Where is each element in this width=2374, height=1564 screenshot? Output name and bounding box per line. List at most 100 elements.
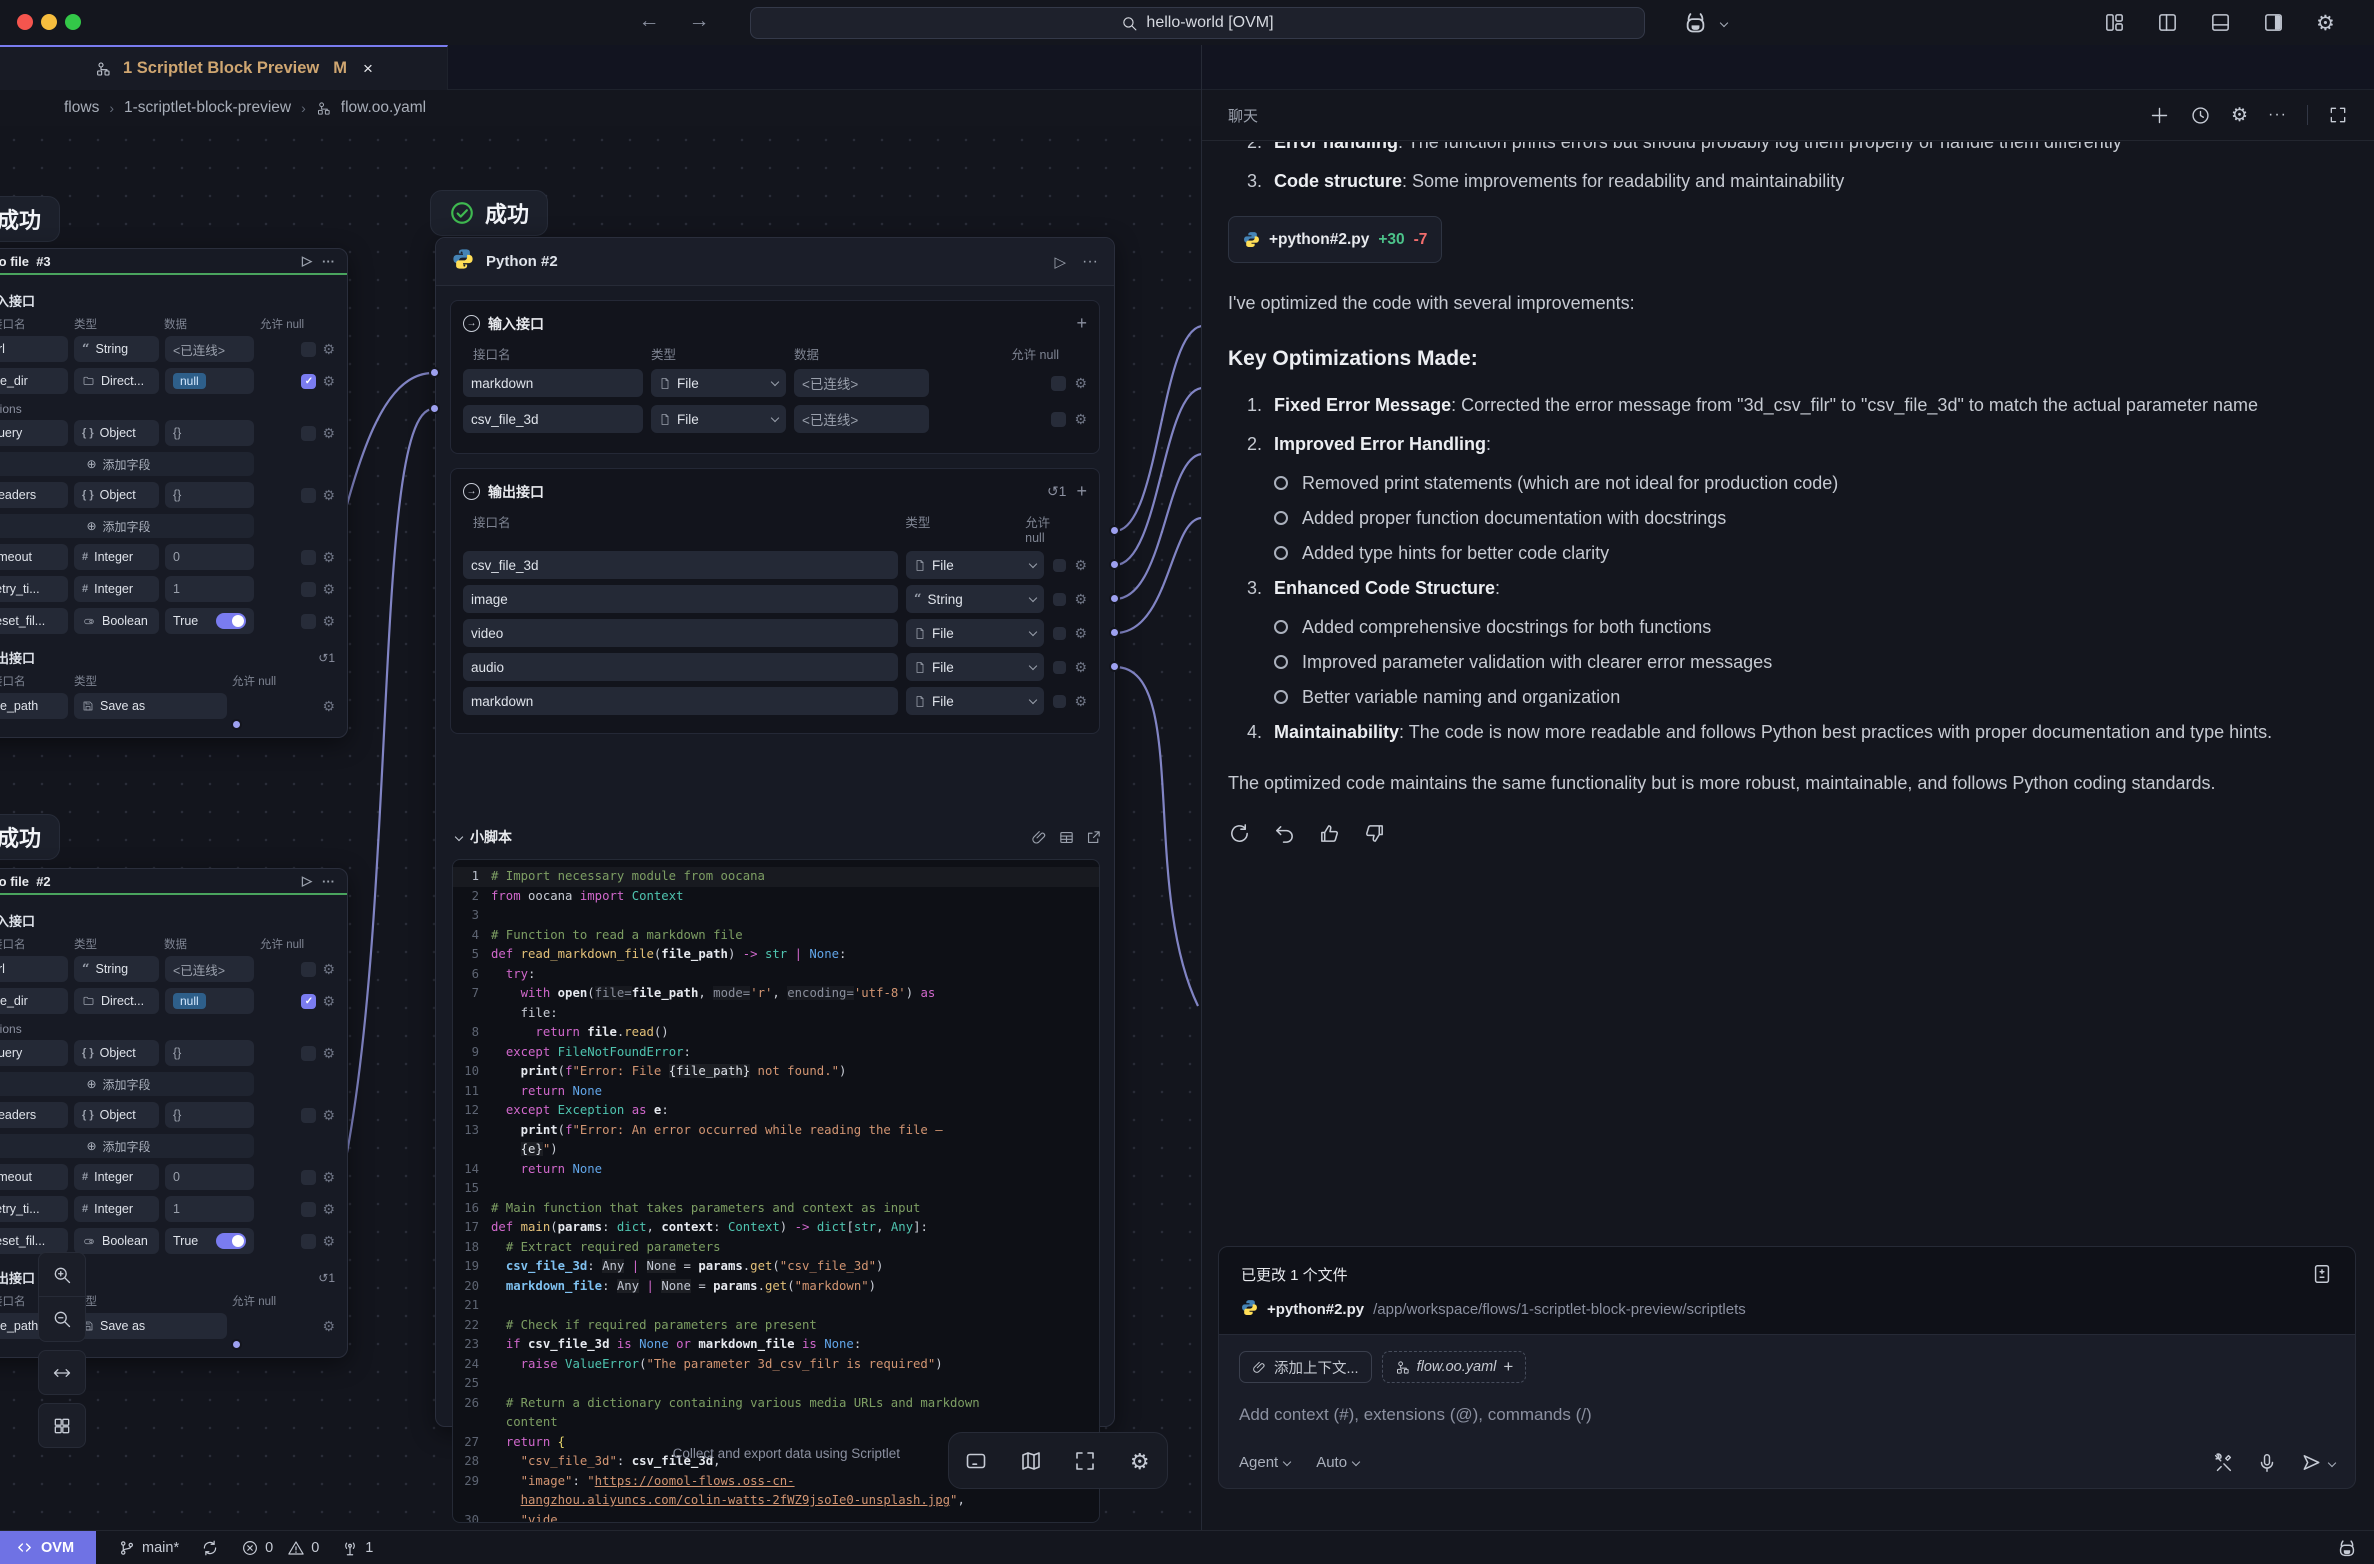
code-line[interactable]: 6 try: [453, 965, 1099, 985]
add-field-button[interactable]: ⊕ 添加字段 [0, 1134, 254, 1158]
breadcrumb-item[interactable]: flow.oo.yaml [341, 99, 426, 117]
interface-name-field[interactable]: url [0, 956, 68, 982]
regenerate-icon[interactable] [1228, 822, 1251, 845]
git-branch-indicator[interactable]: main* [118, 1539, 179, 1557]
python-node[interactable]: Python #2 ▷ ··· →输入接口 + 接口名类型数据允许 null m… [435, 237, 1115, 1427]
interface-name-field[interactable]: markdown [463, 369, 643, 397]
minimap-icon[interactable] [1019, 1449, 1043, 1473]
row-settings-gear-icon[interactable]: ⚙ [322, 550, 335, 564]
type-dropdown[interactable]: #Integer [74, 576, 159, 602]
data-field[interactable]: <已连线> [165, 336, 254, 362]
node-more-icon[interactable]: ··· [1082, 253, 1098, 271]
type-dropdown[interactable]: “String [74, 336, 159, 362]
save-as-field[interactable]: Save as [74, 1313, 227, 1339]
interface-name-field[interactable]: file_path [0, 693, 68, 719]
interface-name-field[interactable]: file_dir [0, 368, 68, 394]
toggle-on[interactable] [216, 613, 246, 629]
node-header[interactable]: L to file #2 ▷ ··· [0, 869, 347, 895]
chat-settings-gear-icon[interactable]: ⚙ [2231, 104, 2248, 127]
zoom-window-button[interactable] [65, 14, 81, 30]
interface-name-field[interactable]: csv_file_3d [463, 405, 643, 433]
interface-name-field[interactable]: timeout [0, 544, 68, 570]
row-settings-gear-icon[interactable]: ⚙ [322, 994, 335, 1008]
allow-null-checkbox[interactable] [1051, 412, 1066, 427]
interface-name-field[interactable]: url [0, 336, 68, 362]
ports-indicator[interactable]: 1 [341, 1539, 373, 1557]
interface-row[interactable]: markdown File ⚙ [463, 687, 1087, 715]
code-line[interactable]: content [453, 1413, 1099, 1433]
data-field[interactable]: null [165, 988, 254, 1014]
code-line[interactable]: 15 [453, 1179, 1099, 1199]
interface-row[interactable]: query { }Object {} ⚙ [0, 420, 335, 446]
code-line[interactable]: hangzhou.aliyuncs.com/colin-watts-2fWZ9j… [453, 1491, 1099, 1511]
interface-row[interactable]: headers { }Object {} ⚙ [0, 482, 335, 508]
settings-gear-icon[interactable]: ⚙ [2316, 11, 2339, 34]
code-line[interactable]: 10 print(f"Error: File {file_path} not f… [453, 1062, 1099, 1082]
type-dropdown[interactable]: File [906, 653, 1044, 681]
code-line[interactable]: 3 [453, 906, 1099, 926]
code-line[interactable]: 22 # Check if required parameters are pr… [453, 1316, 1099, 1336]
interface-row[interactable]: audio File ⚙ [463, 653, 1087, 681]
output-port[interactable] [1109, 627, 1120, 638]
row-settings-gear-icon[interactable]: ⚙ [1074, 694, 1087, 708]
edited-file-chip[interactable]: +python#2.py +30-7 [1228, 216, 1442, 263]
row-settings-gear-icon[interactable]: ⚙ [322, 1170, 335, 1184]
script-section-header[interactable]: 小脚本 [450, 827, 1102, 847]
node-more-icon[interactable]: ··· [322, 254, 335, 269]
input-port[interactable] [429, 403, 440, 414]
chat-message-area[interactable]: 2. Error handling: The function prints e… [1202, 142, 2374, 1194]
tools-icon[interactable] [2212, 1452, 2234, 1474]
allow-null-checkbox[interactable] [301, 550, 316, 565]
chat-more-icon[interactable]: ··· [2268, 106, 2287, 124]
row-settings-gear-icon[interactable]: ⚙ [322, 962, 335, 976]
interface-row[interactable]: timeout #Integer 0 ⚙ [0, 1164, 335, 1190]
collapse-chevron-icon[interactable] [455, 833, 463, 841]
add-field-button[interactable]: ⊕ 添加字段 [0, 452, 254, 476]
allow-null-checkbox[interactable] [1053, 627, 1066, 640]
allow-null-checkbox[interactable]: ✓ [301, 994, 316, 1009]
type-dropdown[interactable]: #Integer [74, 544, 159, 570]
row-settings-gear-icon[interactable]: ⚙ [322, 374, 335, 388]
chat-composer[interactable]: 添加上下文... flow.oo.yaml + Add context (#),… [1218, 1335, 2356, 1489]
code-line[interactable]: 16# Main function that takes parameters … [453, 1199, 1099, 1219]
code-line[interactable]: 7 with open(file=file_path, mode='r', en… [453, 984, 1099, 1004]
output-port[interactable] [1109, 661, 1120, 672]
mic-icon[interactable] [2256, 1452, 2278, 1474]
account-menu[interactable] [1682, 9, 1727, 36]
data-field[interactable]: 1 [165, 576, 254, 602]
run-node-icon[interactable]: ▷ [302, 253, 312, 269]
add-field-button[interactable]: ⊕ 添加字段 [0, 1072, 254, 1096]
interface-row[interactable]: retry_ti... #Integer 1 ⚙ [0, 1196, 335, 1222]
allow-null-checkbox[interactable] [301, 614, 316, 629]
code-editor[interactable]: 1# Import necessary module from oocana2f… [452, 859, 1100, 1523]
interface-name-field[interactable]: image [463, 585, 898, 613]
interface-name-field[interactable]: video [463, 619, 898, 647]
sync-icon[interactable] [201, 1539, 219, 1557]
type-dropdown[interactable]: “String [74, 956, 159, 982]
allow-null-checkbox[interactable] [1053, 661, 1066, 674]
type-dropdown[interactable]: File [651, 369, 786, 397]
row-settings-gear-icon[interactable]: ⚙ [322, 1234, 335, 1248]
code-line[interactable]: 13 print(f"Error: An error occurred whil… [453, 1121, 1099, 1141]
interface-row[interactable]: video File ⚙ [463, 619, 1087, 647]
row-settings-gear-icon[interactable]: ⚙ [1074, 376, 1087, 390]
type-dropdown[interactable]: #Integer [74, 1164, 159, 1190]
minimize-window-button[interactable] [41, 14, 57, 30]
send-button[interactable] [2300, 1451, 2335, 1474]
code-line[interactable]: 26 # Return a dictionary containing vari… [453, 1394, 1099, 1414]
allow-null-checkbox[interactable] [301, 1234, 316, 1249]
zoom-in-button[interactable] [38, 1252, 86, 1297]
add-input-icon[interactable]: + [1076, 313, 1087, 334]
toggle-secondary-sidebar-icon[interactable] [2262, 11, 2285, 34]
code-line[interactable]: 18 # Extract required parameters [453, 1238, 1099, 1258]
type-dropdown[interactable]: #Integer [74, 1196, 159, 1222]
console-panel-icon[interactable] [964, 1449, 988, 1473]
type-dropdown[interactable]: File [906, 687, 1044, 715]
data-field[interactable]: 0 [165, 1164, 254, 1190]
history-badge[interactable]: ↺1 [1047, 483, 1067, 500]
interface-row[interactable]: reset_fil... Boolean True ⚙ [0, 1228, 335, 1254]
bunny-logo-icon[interactable] [2336, 1537, 2358, 1559]
allow-null-checkbox[interactable]: ✓ [301, 374, 316, 389]
toggle-panel-icon[interactable] [2209, 11, 2232, 34]
flow-canvas[interactable]: 成功 成功 成功 L to file #3 ▷ ··· 输入接口 接口名类型数据… [0, 126, 1201, 1530]
